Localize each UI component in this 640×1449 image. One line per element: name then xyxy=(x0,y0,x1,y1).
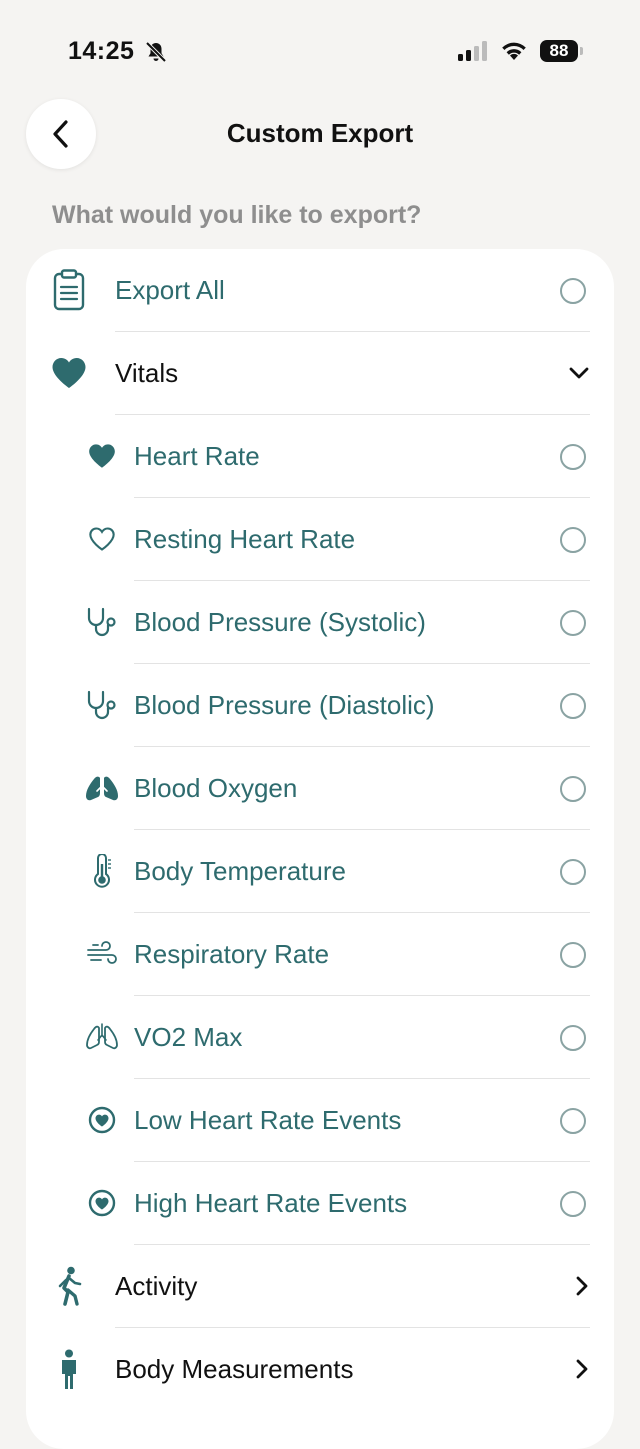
vitals-item-label: Body Temperature xyxy=(134,856,346,886)
vitals-item-label: Heart Rate xyxy=(134,441,260,471)
lungs-filled-icon xyxy=(82,768,122,808)
clipboard-icon xyxy=(49,269,89,311)
radio-button[interactable] xyxy=(560,444,586,470)
radio-button[interactable] xyxy=(560,1025,586,1051)
radio-button[interactable] xyxy=(560,1191,586,1217)
radio-button[interactable] xyxy=(560,693,586,719)
radio-button[interactable] xyxy=(560,859,586,885)
category-row-body-measurements[interactable]: Body Measurements xyxy=(26,1328,614,1411)
vitals-section-header[interactable]: Vitals xyxy=(26,332,614,415)
bell-slash-icon xyxy=(144,40,168,69)
walking-figure-icon xyxy=(49,1266,89,1306)
vitals-item-blood-oxygen[interactable]: Blood Oxygen xyxy=(26,747,614,830)
section-prompt: What would you like to export? xyxy=(52,201,422,229)
vitals-item-blood-pressure-diastolic[interactable]: Blood Pressure (Diastolic) xyxy=(26,664,614,747)
status-time: 14:25 xyxy=(68,37,135,65)
heart-outline-icon xyxy=(82,519,122,559)
lungs-outline-icon xyxy=(82,1017,122,1057)
cellular-signal-icon xyxy=(458,41,490,66)
stethoscope-icon xyxy=(82,685,122,725)
radio-button[interactable] xyxy=(560,776,586,802)
vitals-item-label: VO2 Max xyxy=(134,1022,243,1052)
thermometer-icon xyxy=(82,851,122,891)
vitals-item-body-temperature[interactable]: Body Temperature xyxy=(26,830,614,913)
chevron-down-icon xyxy=(568,362,590,389)
vitals-item-blood-pressure-systolic[interactable]: Blood Pressure (Systolic) xyxy=(26,581,614,664)
vitals-item-label: High Heart Rate Events xyxy=(134,1188,408,1218)
export-all-radio[interactable] xyxy=(560,278,586,304)
vitals-item-heart-rate[interactable]: Heart Rate xyxy=(26,415,614,498)
category-label: Body Measurements xyxy=(115,1354,354,1384)
vitals-item-resting-heart-rate[interactable]: Resting Heart Rate xyxy=(26,498,614,581)
heart-filled-icon xyxy=(82,436,122,476)
battery-tip xyxy=(580,47,583,55)
vitals-item-respiratory-rate[interactable]: Respiratory Rate xyxy=(26,913,614,996)
battery-indicator: 88 xyxy=(540,40,578,62)
vitals-item-label: Blood Oxygen xyxy=(134,773,298,803)
vitals-item-label: Respiratory Rate xyxy=(134,939,330,969)
vitals-item-label: Resting Heart Rate xyxy=(134,524,356,554)
chevron-right-icon xyxy=(572,1358,592,1385)
vitals-item-label: Blood Pressure (Diastolic) xyxy=(134,690,435,720)
export-options-card: Export All Vitals Heart Rate Resting Hea… xyxy=(26,249,614,1449)
wind-icon xyxy=(82,934,122,974)
vitals-item-vo2-max[interactable]: VO2 Max xyxy=(26,996,614,1079)
status-bar: 14:25 88 xyxy=(0,0,640,100)
heart-circle-icon xyxy=(82,1183,122,1223)
radio-button[interactable] xyxy=(560,1108,586,1134)
wifi-icon xyxy=(500,39,528,66)
radio-button[interactable] xyxy=(560,942,586,968)
stethoscope-icon xyxy=(82,602,122,642)
radio-button[interactable] xyxy=(560,527,586,553)
vitals-item-label: Blood Pressure (Systolic) xyxy=(134,607,426,637)
category-row-activity[interactable]: Activity xyxy=(26,1245,614,1328)
export-all-row[interactable]: Export All xyxy=(26,249,614,332)
heart-circle-icon xyxy=(82,1100,122,1140)
vitals-item-high-heart-rate-events[interactable]: High Heart Rate Events xyxy=(26,1162,614,1245)
heart-filled-icon xyxy=(49,353,89,393)
chevron-right-icon xyxy=(572,1275,592,1302)
radio-button[interactable] xyxy=(560,610,586,636)
standing-figure-icon xyxy=(49,1349,89,1389)
category-label: Activity xyxy=(115,1271,198,1301)
vitals-item-label: Low Heart Rate Events xyxy=(134,1105,402,1135)
vitals-item-low-heart-rate-events[interactable]: Low Heart Rate Events xyxy=(26,1079,614,1162)
vitals-label: Vitals xyxy=(115,358,179,388)
export-all-label: Export All xyxy=(115,275,225,305)
page-title: Custom Export xyxy=(226,118,414,148)
